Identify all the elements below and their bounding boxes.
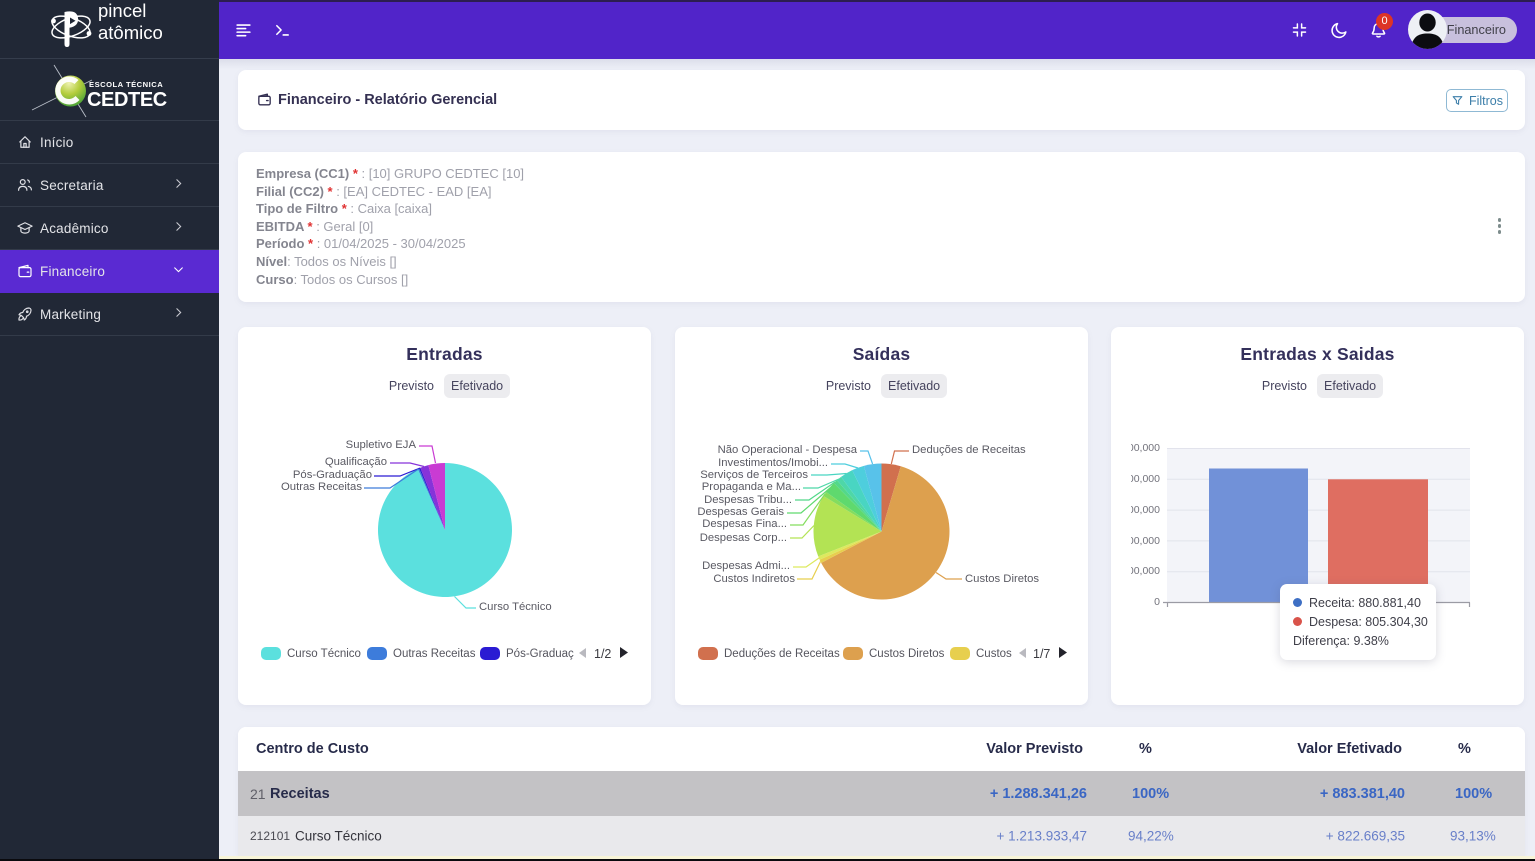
svg-text:pincel: pincel xyxy=(98,2,146,21)
svg-text:CEDTEC: CEDTEC xyxy=(87,89,167,111)
svg-text:ESCOLA TÉCNICA: ESCOLA TÉCNICA xyxy=(89,80,163,89)
svg-text:atômico: atômico xyxy=(98,22,163,43)
